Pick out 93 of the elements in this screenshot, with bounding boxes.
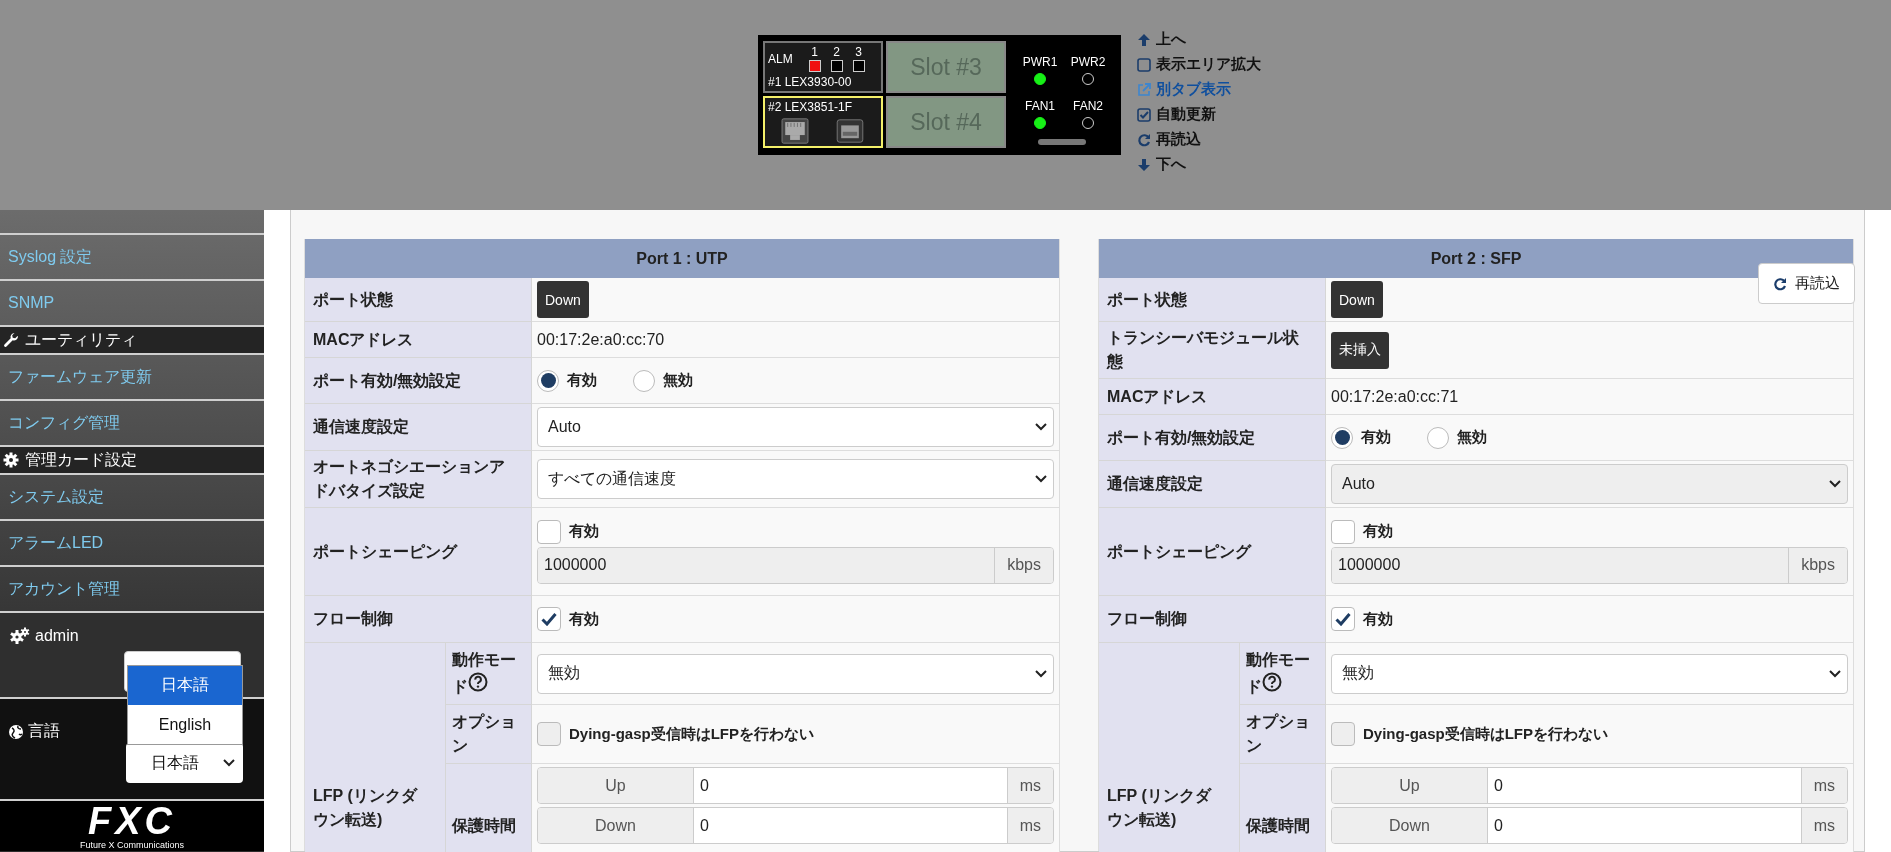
led-number: 3	[855, 45, 863, 59]
reload-icon	[1137, 132, 1151, 147]
row-label: 通信速度設定	[1099, 461, 1326, 508]
logo: FXC	[88, 802, 176, 840]
gear-icon	[3, 452, 19, 468]
wrench-icon	[3, 332, 19, 348]
led-label: FAN2	[1073, 99, 1103, 113]
row-label: ポート状態	[305, 278, 532, 322]
mac-address-text: 00:17:2e:a0:cc:70	[537, 330, 666, 349]
arrow-up-icon	[1137, 32, 1151, 47]
select-field[interactable]: 無効	[537, 653, 1054, 694]
row-label: ポート有効/無効設定	[305, 358, 532, 404]
led-number: 1	[811, 45, 819, 59]
radio-option[interactable]: 有効	[1331, 426, 1391, 449]
globe-icon	[8, 723, 24, 740]
check-icon	[1335, 612, 1351, 626]
row-label: 保護時間	[1240, 764, 1326, 852]
led-label: FAN1	[1025, 99, 1055, 113]
user-name: admin	[35, 627, 79, 645]
port-status-indicator: 未挿入	[1331, 331, 1389, 369]
help-icon[interactable]	[468, 672, 488, 692]
alarm-label: ALM	[768, 52, 793, 66]
slot-label: #1 LEX3930-00	[768, 75, 853, 89]
led-label: PWR1	[1022, 55, 1058, 69]
checkbox-option[interactable]: 有効	[537, 519, 1054, 544]
view-option-checkbox[interactable]: 自動更新	[1137, 104, 1216, 125]
chevron-icon	[1829, 480, 1841, 488]
sidebar-item[interactable]: ファームウェア更新	[0, 355, 264, 401]
slot-card[interactable]: #2 LEX3851-1F	[763, 96, 883, 148]
sidebar-item[interactable]: システム設定	[0, 475, 264, 521]
row-label: ポート有効/無効設定	[1099, 415, 1326, 461]
arrow-down-icon	[1137, 157, 1151, 172]
row-label: トランシーバモジュール状態	[1099, 322, 1326, 379]
scroll-up-link[interactable]: 上へ	[1137, 29, 1186, 50]
select-field[interactable]: 無効	[1331, 653, 1848, 694]
select-field[interactable]: すべての通信速度	[537, 459, 1054, 499]
select-field[interactable]: Auto	[537, 407, 1054, 447]
language-label: 言語	[28, 721, 60, 741]
row-label: LFP (リンクダウン転送)	[305, 643, 446, 852]
radio-option[interactable]: 有効	[537, 369, 597, 392]
reload-icon	[1773, 276, 1787, 291]
radio-option[interactable]: 無効	[633, 369, 693, 392]
scroll-down-link[interactable]: 下へ	[1137, 154, 1186, 175]
external-link-icon	[1137, 82, 1151, 97]
gears-icon	[10, 627, 30, 645]
checkbox-option[interactable]: 有効	[1331, 607, 1848, 631]
row-label: MACアドレス	[1099, 379, 1326, 415]
row-label: 動作モード	[452, 650, 517, 697]
dropdown-option[interactable]: 日本語	[128, 666, 242, 705]
section-title: ユーティリティ	[25, 329, 137, 350]
checkbox-icon	[1137, 57, 1151, 72]
row-label: 保護時間	[446, 764, 532, 852]
row-label: ポートシェーピング	[1099, 508, 1326, 596]
port-status-indicator: Down	[1331, 281, 1383, 318]
dropdown-option[interactable]: English	[128, 705, 242, 744]
mac-address-text: 00:17:2e:a0:cc:71	[1331, 387, 1460, 406]
row-label: オプション	[446, 705, 532, 764]
row-label: ポート状態	[1099, 278, 1326, 322]
indicator-bar	[1038, 139, 1086, 145]
row-label: フロー制御	[1099, 596, 1326, 643]
row-label: 通信速度設定	[305, 404, 532, 451]
row-label: MACアドレス	[305, 322, 532, 358]
led-number: 2	[833, 45, 841, 59]
help-icon[interactable]	[1262, 672, 1282, 692]
port-status-indicator: Down	[537, 281, 589, 318]
slot-card[interactable]: ALM 1 2 3 #1 LEX3930-00	[763, 41, 883, 93]
logo-tagline: Future X Communications	[79, 840, 184, 850]
chevron-icon	[1829, 669, 1841, 678]
chevron-icon	[223, 759, 235, 767]
row-label: オートネゴシエーションアドバタイズ設定	[305, 451, 532, 508]
checkbox-option[interactable]: 有効	[1331, 519, 1848, 544]
chevron-icon	[1035, 475, 1047, 483]
sidebar-item[interactable]: アラームLED	[0, 521, 264, 567]
reload-link[interactable]: 再読込	[1137, 129, 1201, 150]
section-title: 管理カード設定	[25, 449, 137, 470]
sfp-port-icon	[835, 119, 865, 143]
ethernet-port-icon	[781, 118, 809, 144]
view-option-checkbox[interactable]: 表示エリア拡大	[1137, 54, 1261, 75]
row-label: ポートシェーピング	[305, 508, 532, 596]
chevron-icon	[1035, 669, 1047, 678]
checkbox-option[interactable]: 有効	[537, 607, 1054, 631]
row-label: フロー制御	[305, 596, 532, 643]
row-label: オプション	[1240, 705, 1326, 764]
slot-label: #2 LEX3851-1F	[768, 100, 854, 114]
language-select[interactable]: 日本語	[126, 743, 243, 783]
chevron-icon	[1035, 423, 1047, 431]
radio-option[interactable]: 無効	[1427, 426, 1487, 449]
led-label: PWR2	[1070, 55, 1106, 69]
checkbox-icon	[1137, 107, 1151, 122]
row-label: LFP (リンクダウン転送)	[1099, 643, 1240, 852]
check-icon	[541, 612, 557, 626]
table-header: Port 1 : UTP	[305, 239, 1060, 278]
row-label: 動作モード	[1246, 650, 1311, 697]
